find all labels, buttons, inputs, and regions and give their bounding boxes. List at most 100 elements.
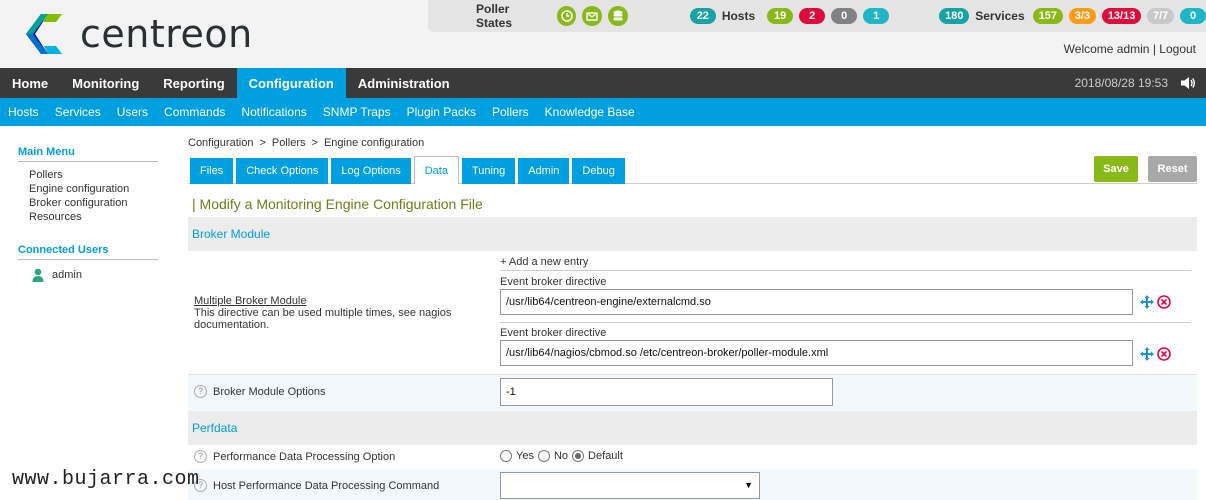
subnav-hosts[interactable]: Hosts: [8, 105, 39, 119]
remove-icon[interactable]: [1157, 347, 1171, 364]
broker-options-label-block: ? Broker Module Options: [194, 384, 326, 399]
section-broker-module: Broker Module: [188, 217, 1197, 251]
connected-user-item[interactable]: admin: [32, 268, 158, 282]
radio-yes-label: Yes: [516, 450, 534, 462]
centreon-logo[interactable]: centreon: [18, 12, 253, 56]
broker-directive-label: Event broker directive: [500, 327, 607, 339]
nav-reporting[interactable]: Reporting: [151, 68, 236, 98]
services-ok-badge[interactable]: 157: [1032, 8, 1063, 24]
move-icon[interactable]: [1140, 347, 1154, 364]
tab-data[interactable]: Data: [413, 156, 459, 184]
form-title: | Modify a Monitoring Engine Configurati…: [192, 196, 483, 212]
add-entry-link[interactable]: + Add a new entry: [500, 256, 588, 268]
services-label: Services: [975, 9, 1025, 23]
database-icon[interactable]: [608, 6, 628, 26]
help-icon[interactable]: ?: [194, 450, 207, 464]
radio-default-label: Default: [588, 450, 623, 462]
logout-link[interactable]: Logout: [1159, 42, 1196, 56]
help-icon[interactable]: ?: [194, 385, 207, 399]
current-datetime: 2018/08/28 19:53: [1074, 76, 1168, 90]
services-total-badge[interactable]: 180: [939, 8, 970, 24]
main-menu-title: Main Menu: [18, 146, 158, 162]
subnav-notifications[interactable]: Notifications: [241, 105, 306, 119]
subnav-pollers[interactable]: Pollers: [492, 105, 529, 119]
services-unknown-badge[interactable]: 7/7: [1146, 8, 1175, 24]
breadcrumb-separator: >: [311, 137, 318, 149]
radio-yes[interactable]: [500, 450, 512, 462]
host-perf-command-label-block: ? Host Performance Data Processing Comman…: [194, 478, 440, 493]
poller-logs-icon[interactable]: [582, 6, 603, 26]
radio-default[interactable]: [572, 450, 585, 462]
poller-states-label: Poller States: [476, 2, 513, 30]
sidebar-item-broker-configuration[interactable]: Broker configuration: [29, 196, 158, 210]
user-icon: [32, 268, 44, 282]
brand-name: centreon: [80, 12, 253, 56]
services-critical-badge[interactable]: 13/13: [1101, 8, 1141, 24]
tab-files[interactable]: Files: [190, 158, 234, 184]
host-perf-command-row: ? Host Performance Data Processing Comman…: [188, 469, 1197, 500]
reset-button[interactable]: Reset: [1148, 156, 1197, 182]
entry-divider: [500, 322, 1191, 323]
watermark: www.bujarra.com: [12, 468, 200, 491]
tab-debug[interactable]: Debug: [572, 158, 625, 184]
subnav-snmp-traps[interactable]: SNMP Traps: [323, 105, 391, 119]
multiple-broker-label[interactable]: Multiple Broker Module: [194, 295, 474, 307]
breadcrumb-item-pollers[interactable]: Pollers: [272, 137, 306, 149]
subnav-commands[interactable]: Commands: [164, 105, 225, 119]
hosts-down-badge[interactable]: 2: [799, 8, 826, 24]
tab-admin[interactable]: Admin: [518, 158, 570, 184]
sidebar-item-resources[interactable]: Resources: [29, 210, 158, 224]
subnav-services[interactable]: Services: [55, 105, 101, 119]
speaker-icon[interactable]: [1180, 75, 1196, 94]
subnav-plugin-packs[interactable]: Plugin Packs: [407, 105, 476, 119]
radio-no[interactable]: [537, 450, 550, 462]
remove-icon[interactable]: [1157, 295, 1171, 312]
sidebar-item-pollers[interactable]: Pollers: [29, 168, 158, 182]
broker-options-label: Broker Module Options: [213, 386, 326, 398]
hosts-total-badge[interactable]: 22: [689, 8, 716, 24]
status-bar: Poller States 22 Hosts 19 2 0 1 180 Serv…: [428, 0, 1206, 32]
welcome-text: Welcome admin: [1063, 42, 1150, 56]
subnav-knowledge-base[interactable]: Knowledge Base: [545, 105, 635, 119]
subnav-users[interactable]: Users: [117, 105, 148, 119]
sidebar: Main Menu Pollers Engine configuration B…: [18, 146, 158, 282]
broker-directive-label: Event broker directive: [500, 276, 607, 288]
host-perf-command-label: Host Performance Data Processing Command: [213, 480, 440, 492]
sidebar-item-engine-configuration[interactable]: Engine configuration: [29, 182, 158, 196]
breadcrumb-item-configuration[interactable]: Configuration: [188, 137, 253, 149]
radio-no-label: No: [553, 450, 569, 462]
tab-log-options[interactable]: Log Options: [331, 158, 411, 184]
multiple-broker-row: Multiple Broker Module This directive ca…: [188, 251, 1197, 375]
host-perf-command-select[interactable]: ▼: [500, 472, 760, 499]
services-warning-badge[interactable]: 3/3: [1068, 8, 1096, 24]
tab-bar: Files Check Options Log Options Data Tun…: [190, 156, 628, 184]
tab-tuning[interactable]: Tuning: [461, 158, 516, 184]
broker-directive-input[interactable]: /usr/lib64/centreon-engine/externalcmd.s…: [500, 289, 1133, 315]
sub-nav: Hosts Services Users Commands Notificati…: [0, 98, 1206, 126]
hosts-unreachable-badge[interactable]: 0: [831, 8, 858, 24]
nav-home[interactable]: Home: [0, 68, 60, 98]
nav-monitoring[interactable]: Monitoring: [60, 68, 151, 98]
save-button[interactable]: Save: [1094, 156, 1138, 182]
centreon-logo-icon: [26, 14, 62, 54]
multiple-broker-label-block: Multiple Broker Module This directive ca…: [194, 295, 474, 331]
perf-processing-label: Performance Data Processing Option: [213, 451, 396, 463]
broker-directive-input[interactable]: /usr/lib64/nagios/cbmod.so /etc/centreon…: [500, 340, 1133, 366]
hosts-pending-badge[interactable]: 1: [863, 8, 890, 24]
breadcrumb-item-engine-configuration[interactable]: Engine configuration: [324, 137, 424, 149]
clock-icon[interactable]: [556, 6, 577, 26]
section-perfdata: Perfdata: [188, 411, 1197, 445]
main-nav: Home Monitoring Reporting Configuration …: [0, 68, 1206, 98]
multiple-broker-description: This directive can be used multiple time…: [194, 307, 452, 331]
nav-administration[interactable]: Administration: [346, 68, 462, 98]
breadcrumb-separator: >: [259, 137, 266, 149]
entry-divider: [500, 270, 1191, 271]
move-icon[interactable]: [1140, 295, 1154, 312]
tab-check-options[interactable]: Check Options: [236, 158, 329, 184]
nav-configuration[interactable]: Configuration: [236, 68, 346, 98]
hosts-up-badge[interactable]: 19: [767, 8, 794, 24]
services-pending-badge[interactable]: 0: [1180, 8, 1206, 24]
perf-processing-label-block: ? Performance Data Processing Option: [194, 449, 396, 464]
broker-options-input[interactable]: -1: [500, 378, 833, 406]
chevron-down-icon: ▼: [744, 480, 753, 490]
